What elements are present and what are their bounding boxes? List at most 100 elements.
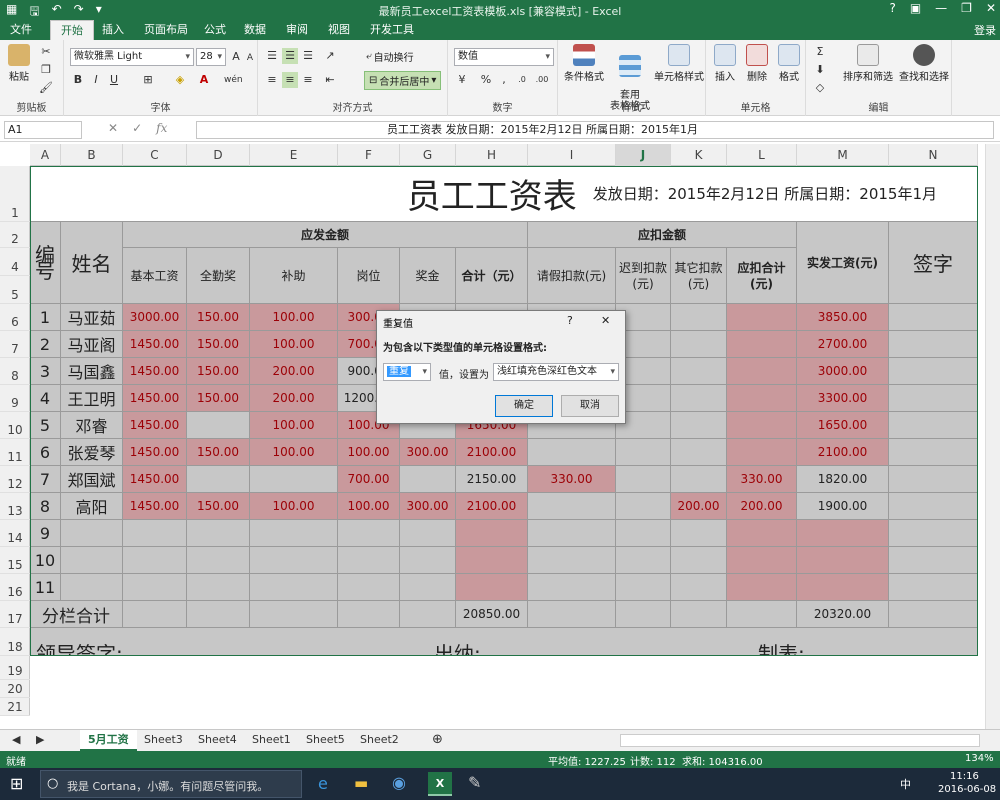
header-deduct[interactable]: 应扣金额 — [528, 222, 797, 248]
row-header[interactable]: 4 — [0, 248, 30, 276]
confirm-entry-icon[interactable]: ✓ — [132, 121, 142, 135]
border-icon[interactable]: ⊞ — [140, 72, 156, 88]
data-cell[interactable] — [250, 547, 338, 574]
italic-icon[interactable]: I — [88, 72, 104, 88]
data-cell[interactable] — [338, 520, 400, 547]
cell[interactable] — [528, 601, 616, 628]
clear-icon[interactable]: ◇ — [812, 80, 828, 96]
data-cell[interactable] — [727, 547, 797, 574]
data-cell[interactable] — [123, 520, 187, 547]
header-total[interactable]: 合计（元） — [456, 248, 528, 304]
name-box[interactable]: A1 — [4, 121, 82, 139]
signature-cell[interactable] — [889, 412, 978, 439]
wrap-text-button[interactable]: ⤶ 自动换行 — [366, 49, 414, 64]
dialog-help-icon[interactable]: ? — [567, 314, 573, 327]
vertical-scrollbar[interactable] — [985, 144, 1000, 729]
data-cell[interactable] — [250, 520, 338, 547]
edge-icon[interactable]: e — [318, 774, 328, 793]
data-cell[interactable] — [338, 574, 400, 601]
data-cell[interactable]: 11 — [30, 574, 61, 601]
data-cell[interactable]: 300.00 — [400, 493, 456, 520]
number-format-dropdown[interactable]: 数值 — [454, 48, 554, 66]
signature-cell[interactable] — [889, 547, 978, 574]
data-cell[interactable] — [616, 439, 671, 466]
cell[interactable] — [250, 601, 338, 628]
font-name-dropdown[interactable]: 微软雅黑 Light — [70, 48, 194, 66]
data-cell[interactable] — [528, 547, 616, 574]
data-cell[interactable] — [400, 520, 456, 547]
copy-icon[interactable]: ❐ — [38, 62, 54, 78]
data-cell[interactable]: 1450.00 — [123, 493, 187, 520]
data-cell[interactable] — [616, 574, 671, 601]
find-select-button[interactable]: 查找和选择 — [896, 44, 952, 83]
data-cell[interactable]: 300.00 — [400, 439, 456, 466]
format-style-select[interactable]: 浅红填充色深红色文本 — [493, 363, 619, 381]
increase-decimal-icon[interactable]: .0 — [514, 72, 530, 88]
align-bottom-icon[interactable]: ☰ — [300, 48, 316, 64]
align-right-icon[interactable]: ≡ — [300, 72, 316, 88]
header-sign[interactable]: 签字 — [889, 222, 978, 304]
data-cell[interactable]: 张爱琴 — [61, 439, 123, 466]
data-cell[interactable]: 100.00 — [338, 493, 400, 520]
data-cell[interactable]: 200.00 — [250, 385, 338, 412]
column-header[interactable]: I — [528, 144, 616, 166]
data-cell[interactable] — [250, 466, 338, 493]
cell-styles-button[interactable]: 单元格样式 — [654, 44, 704, 83]
data-cell[interactable] — [61, 547, 123, 574]
row-header[interactable]: 1 — [0, 166, 30, 222]
signature-cell[interactable] — [889, 574, 978, 601]
header-net[interactable]: 实发工资(元) — [797, 222, 889, 304]
cancel-button[interactable]: 取消 — [561, 395, 619, 417]
tab-data[interactable]: 数据 — [234, 20, 276, 40]
scroll-left-icon[interactable]: ◀ — [4, 730, 28, 751]
data-cell[interactable]: 150.00 — [187, 385, 250, 412]
cell[interactable] — [338, 601, 400, 628]
data-cell[interactable] — [727, 358, 797, 385]
data-cell[interactable]: 700.00 — [338, 466, 400, 493]
data-cell[interactable]: 200.00 — [671, 493, 727, 520]
data-cell[interactable]: 5 — [30, 412, 61, 439]
data-cell[interactable]: 4 — [30, 385, 61, 412]
header-name[interactable]: 姓名 — [61, 222, 123, 304]
orientation-icon[interactable]: ↗ — [322, 48, 338, 64]
windows-start-icon[interactable]: ⊞ — [10, 774, 23, 793]
data-cell[interactable]: 3000.00 — [123, 304, 187, 331]
ok-button[interactable]: 确定 — [495, 395, 553, 417]
row-header[interactable]: 8 — [0, 358, 30, 385]
align-top-icon[interactable]: ☰ — [264, 48, 280, 64]
data-cell[interactable] — [671, 412, 727, 439]
column-header[interactable]: G — [400, 144, 456, 166]
cancel-entry-icon[interactable]: ✕ — [108, 121, 118, 135]
scroll-right-icon[interactable]: ▶ — [28, 730, 52, 751]
data-cell[interactable]: 100.00 — [250, 493, 338, 520]
data-cell[interactable]: 2150.00 — [456, 466, 528, 493]
cell[interactable] — [889, 601, 978, 628]
cell[interactable] — [616, 601, 671, 628]
data-cell[interactable] — [671, 304, 727, 331]
data-cell[interactable]: 150.00 — [187, 304, 250, 331]
ime-indicator[interactable]: 中 — [900, 776, 911, 792]
row-header[interactable]: 13 — [0, 493, 30, 520]
row-header[interactable]: 2 — [0, 222, 30, 248]
column-header[interactable]: F — [338, 144, 400, 166]
data-cell[interactable] — [400, 574, 456, 601]
sheet-tab[interactable]: Sheet4 — [190, 730, 245, 751]
column-header[interactable]: B — [61, 144, 123, 166]
data-cell[interactable]: 3 — [30, 358, 61, 385]
data-cell[interactable]: 100.00 — [250, 304, 338, 331]
header-id[interactable]: 编号 — [30, 222, 61, 304]
merge-center-button[interactable]: ⊟ 合并后居中 ▾ — [364, 71, 442, 90]
column-header[interactable]: L — [727, 144, 797, 166]
tab-insert[interactable]: 插入 — [92, 20, 134, 40]
data-cell[interactable]: 3000.00 — [797, 358, 889, 385]
insert-button[interactable]: 插入 — [710, 44, 740, 83]
row-header[interactable]: 16 — [0, 574, 30, 601]
sheet-tab[interactable]: Sheet2 — [352, 730, 407, 751]
data-cell[interactable]: 100.00 — [250, 439, 338, 466]
app-taskbar-icon[interactable]: ✎ — [468, 773, 481, 792]
data-cell[interactable] — [671, 466, 727, 493]
data-cell[interactable] — [797, 520, 889, 547]
data-cell[interactable]: 马亚阁 — [61, 331, 123, 358]
row-header[interactable]: 19 — [0, 656, 30, 680]
header-base[interactable]: 基本工资 — [123, 248, 187, 304]
